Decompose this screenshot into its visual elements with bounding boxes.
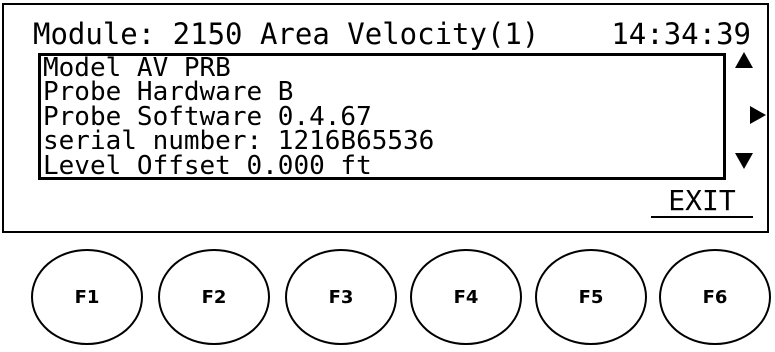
f5-button[interactable]: F5 (535, 249, 647, 345)
scroll-down-icon[interactable] (733, 151, 755, 175)
clock-time: 14:34:39 (611, 17, 751, 51)
f2-button[interactable]: F2 (158, 249, 270, 345)
scroll-up-icon[interactable] (733, 50, 755, 74)
probe-info-box: Model AV PRB Probe Hardware B Probe Soft… (38, 53, 726, 180)
scroll-right-icon[interactable] (748, 104, 768, 130)
info-line-serial: serial number: 1216B65536 (43, 126, 435, 157)
f6-button[interactable]: F6 (659, 249, 771, 345)
exit-button[interactable]: EXIT (651, 186, 753, 218)
screen-header: Module: 2150 Area Velocity(1) 14:34:39 (33, 18, 753, 50)
module-title: Module: 2150 Area Velocity(1) (33, 17, 540, 51)
f4-button[interactable]: F4 (410, 249, 522, 345)
f3-button[interactable]: F3 (285, 249, 397, 345)
function-key-row: F1 F2 F3 F4 F5 F6 (0, 249, 775, 349)
f1-button[interactable]: F1 (31, 249, 143, 345)
info-line-level-offset: Level Offset 0.000 ft (43, 150, 372, 181)
